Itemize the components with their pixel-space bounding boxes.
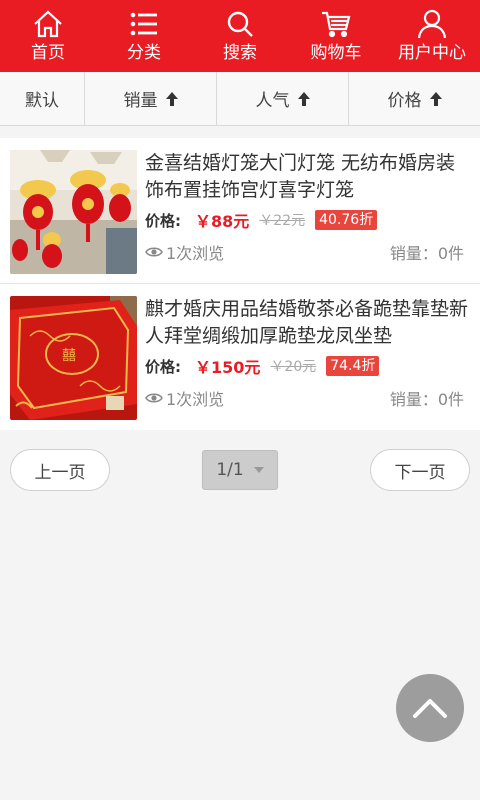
search-icon: [227, 11, 253, 37]
page-select[interactable]: 1/1: [202, 450, 278, 490]
sort-sales[interactable]: 销量: [85, 72, 217, 125]
discount-badge: 74.4折: [326, 356, 380, 376]
product-info: 金喜结婚灯笼大门灯笼 无纺布婚房装饰布置挂饰宫灯喜字灯笼 价格: ￥88元 ￥2…: [137, 150, 470, 283]
nav-label-user: 用户中心: [398, 43, 466, 63]
price: ￥88元: [195, 212, 250, 231]
nav-label-category: 分类: [127, 43, 161, 63]
product-image-lanterns[interactable]: [10, 150, 137, 274]
product-item[interactable]: 囍 麒才婚庆用品结婚敬茶必备跪垫靠垫新人拜堂绸缎加厚跪垫龙凤坐垫 价格: ￥15…: [0, 284, 480, 430]
product-list: 金喜结婚灯笼大门灯笼 无纺布婚房装饰布置挂饰宫灯喜字灯笼 价格: ￥88元 ￥2…: [0, 138, 480, 430]
sort-sales-label: 销量: [123, 91, 158, 111]
eye-icon: [145, 247, 163, 257]
price-row: 价格: ￥150元 ￥20元 74.4折: [145, 354, 470, 378]
view-count-text: 1次浏览: [166, 244, 225, 263]
arrow-up-icon: [429, 91, 442, 106]
arrow-up-icon: [165, 91, 178, 106]
sort-popularity[interactable]: 人气: [217, 72, 349, 125]
price: ￥150元: [195, 358, 261, 377]
arrow-up-icon: [297, 91, 310, 106]
sort-default-label: 默认: [25, 91, 59, 111]
sort-popularity-label: 人气: [255, 91, 290, 111]
nav-label-search: 搜索: [223, 43, 257, 63]
nav-item-search[interactable]: 搜索: [192, 0, 288, 72]
sort-price-label: 价格: [387, 91, 422, 111]
sales-count: 销量：0件: [389, 390, 464, 409]
pagination: 上一页 1/1 下一页: [10, 448, 470, 492]
svg-text:囍: 囍: [62, 348, 76, 364]
product-info: 麒才婚庆用品结婚敬茶必备跪垫靠垫新人拜堂绸缎加厚跪垫龙凤坐垫 价格: ￥150元…: [137, 296, 470, 430]
old-price: ￥20元: [270, 359, 317, 375]
view-count: 1次浏览: [145, 386, 224, 410]
price-label: 价格:: [145, 211, 181, 230]
product-image-cushion[interactable]: 囍: [10, 296, 137, 420]
page-select-value: 1/1: [216, 460, 244, 480]
chevron-up-icon: [413, 699, 447, 718]
chevron-down-icon: [253, 467, 264, 473]
meta-row: 1次浏览 销量：0件: [145, 386, 470, 410]
cart-icon: [322, 11, 351, 38]
prev-page-button[interactable]: 上一页: [10, 449, 110, 491]
sort-bar: 默认 销量 人气 价格: [0, 72, 480, 126]
nav-item-cart[interactable]: 购物车: [288, 0, 384, 72]
list-icon: [130, 12, 157, 36]
product-item[interactable]: 金喜结婚灯笼大门灯笼 无纺布婚房装饰布置挂饰宫灯喜字灯笼 价格: ￥88元 ￥2…: [0, 138, 480, 284]
sales-count: 销量：0件: [389, 244, 464, 263]
nav-item-user[interactable]: 用户中心: [384, 0, 480, 72]
sort-default[interactable]: 默认: [0, 72, 85, 125]
eye-icon: [145, 393, 163, 403]
discount-badge: 40.76折: [315, 210, 378, 230]
user-icon: [417, 9, 447, 39]
price-row: 价格: ￥88元 ￥22元 40.76折: [145, 208, 470, 232]
product-name[interactable]: 麒才婚庆用品结婚敬茶必备跪垫靠垫新人拜堂绸缎加厚跪垫龙凤坐垫: [145, 296, 470, 350]
nav-label-cart: 购物车: [310, 43, 362, 63]
home-icon: [34, 10, 62, 38]
meta-row: 1次浏览 销量：0件: [145, 240, 470, 264]
nav-label-home: 首页: [31, 43, 65, 63]
view-count: 1次浏览: [145, 240, 224, 264]
product-name[interactable]: 金喜结婚灯笼大门灯笼 无纺布婚房装饰布置挂饰宫灯喜字灯笼: [145, 150, 470, 204]
old-price: ￥22元: [259, 213, 306, 229]
nav-item-category[interactable]: 分类: [96, 0, 192, 72]
view-count-text: 1次浏览: [166, 390, 225, 409]
price-label: 价格:: [145, 357, 181, 376]
next-page-button[interactable]: 下一页: [370, 449, 470, 491]
top-nav: 首页 分类 搜索 购物车 用户中心: [0, 0, 480, 72]
nav-item-home[interactable]: 首页: [0, 0, 96, 72]
sort-price[interactable]: 价格: [349, 72, 480, 125]
back-to-top-button[interactable]: [396, 674, 464, 742]
